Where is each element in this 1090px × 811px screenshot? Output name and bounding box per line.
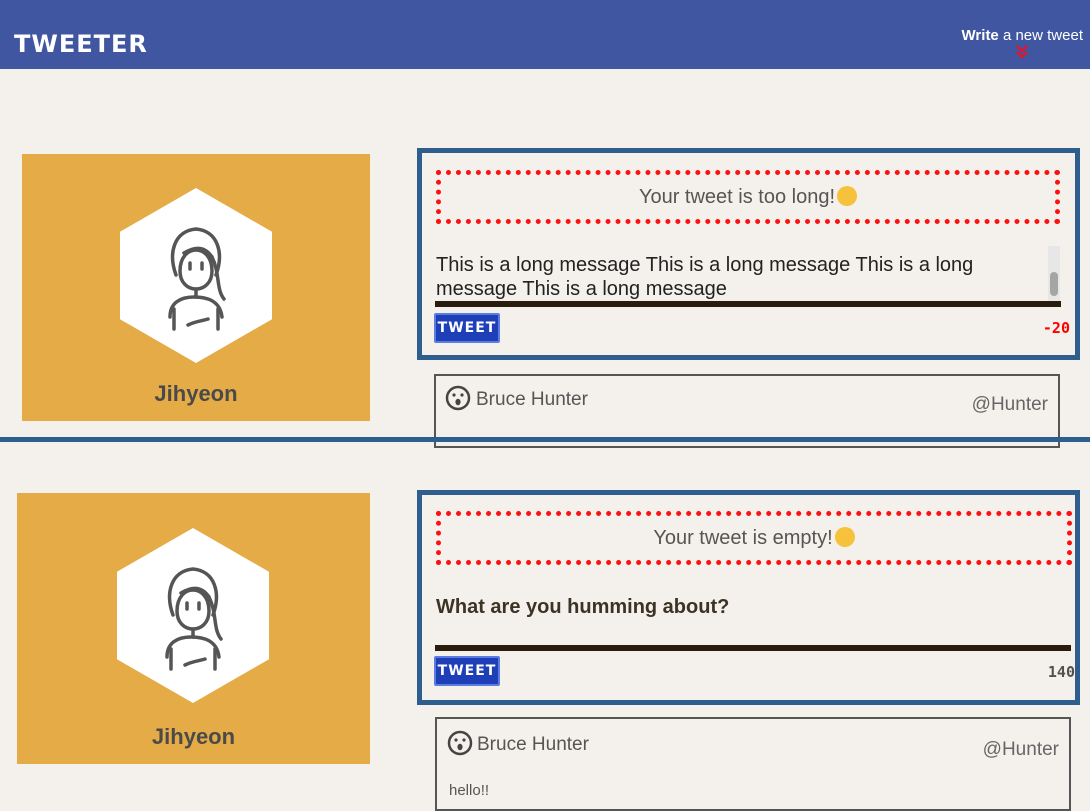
profile-card: Jihyeon xyxy=(17,493,370,764)
tweet-card: Bruce Hunter @Hunter hello!! xyxy=(435,717,1071,811)
avatar-hexagon xyxy=(117,528,269,703)
error-message: Your tweet is too long! xyxy=(436,170,1060,224)
error-text: Your tweet is empty! xyxy=(653,527,833,549)
tweet-section-2: Jihyeon Your tweet is empty! What are yo… xyxy=(0,442,1090,811)
avatar-hexagon xyxy=(120,188,272,363)
write-rest-label: a new tweet xyxy=(998,27,1083,44)
profile-card: Jihyeon xyxy=(22,154,370,421)
profile-name: Jihyeon xyxy=(154,381,238,406)
woman-avatar-icon xyxy=(168,227,226,331)
tweet-button[interactable]: TWEET xyxy=(434,313,500,343)
top-nav: TWEETER Write a new tweet xyxy=(0,0,1090,69)
tweet-textarea[interactable]: This is a long message This is a long me… xyxy=(436,253,1036,301)
tweet-user-name: Bruce Hunter xyxy=(477,734,589,755)
profile-name: Jihyeon xyxy=(151,724,236,749)
compose-box: Your tweet is empty! What are you hummin… xyxy=(417,490,1080,705)
tweet-handle: @Hunter xyxy=(982,739,1059,760)
tweet-textarea[interactable]: What are you humming about? xyxy=(436,595,1036,619)
scrollbar-thumb[interactable] xyxy=(1050,272,1058,296)
error-text: Your tweet is too long! xyxy=(638,186,836,208)
compose-box: Your tweet is too long! This is a long m… xyxy=(417,148,1080,360)
tweet-user-name: Bruce Hunter xyxy=(476,389,588,410)
surprised-face-icon xyxy=(447,730,473,756)
tweet-handle: @Hunter xyxy=(971,394,1048,415)
textarea-underline xyxy=(435,645,1071,651)
tweet-section-1: Jihyeon Your tweet is too long! This is … xyxy=(0,69,1090,448)
tweet-text: hello!! xyxy=(449,782,490,799)
char-counter: -20 xyxy=(1042,319,1070,337)
app-logo[interactable]: TWEETER xyxy=(14,30,148,58)
tweet-button[interactable]: TWEET xyxy=(434,656,500,686)
face-with-monocle-emoji xyxy=(837,186,858,206)
error-message: Your tweet is empty! xyxy=(436,511,1072,565)
thinking-face-emoji xyxy=(834,527,855,547)
write-bold-label: Write xyxy=(961,27,999,44)
surprised-face-icon xyxy=(445,385,471,411)
textarea-scrollbar[interactable] xyxy=(1048,246,1060,302)
woman-avatar-icon xyxy=(165,567,223,671)
double-chevron-down-icon[interactable] xyxy=(1014,44,1030,60)
textarea-underline xyxy=(435,301,1061,307)
char-counter: 140 xyxy=(1047,663,1075,681)
write-new-tweet-link[interactable]: Write a new tweet xyxy=(962,27,1083,44)
